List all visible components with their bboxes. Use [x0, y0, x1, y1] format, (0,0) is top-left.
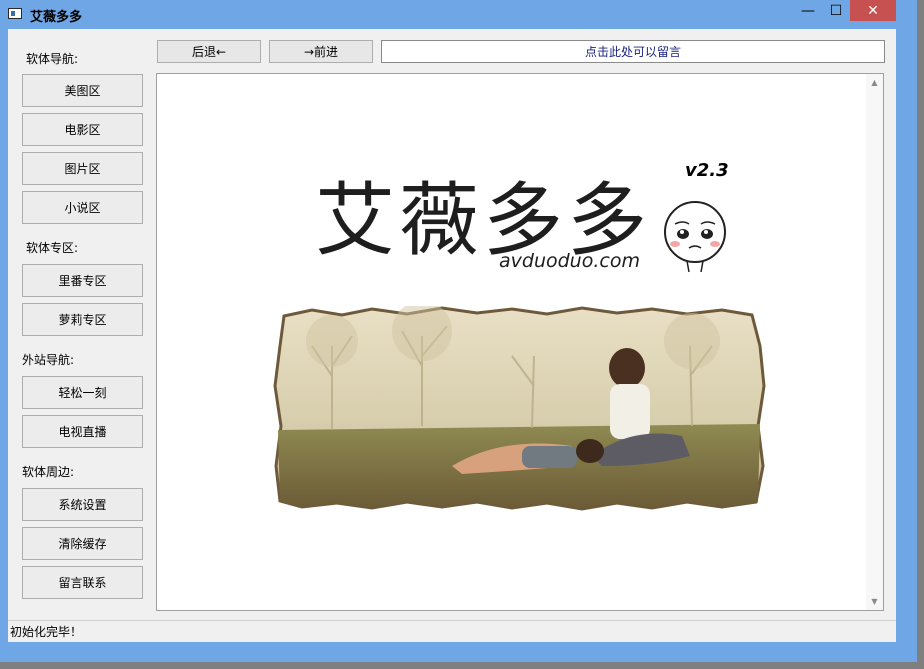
status-bar: 初始化完毕！ [8, 620, 896, 642]
back-button[interactable]: 后退← [157, 40, 261, 63]
nav-button-contact[interactable]: 留言联系 [22, 566, 143, 599]
nav-button-movies[interactable]: 电影区 [22, 113, 143, 146]
nav-button-clear-cache[interactable]: 清除缓存 [22, 527, 143, 560]
minimize-button[interactable]: — [794, 0, 822, 21]
nav-button-pictures[interactable]: 图片区 [22, 152, 143, 185]
close-button[interactable]: ✕ [850, 0, 896, 21]
banner-photo [273, 306, 766, 511]
section-heading-software-extras: 软体周边: [22, 465, 75, 479]
logo-version: v2.3 [685, 160, 729, 181]
scroll-up-icon[interactable]: ▲ [866, 74, 883, 91]
nav-button-gallery[interactable]: 美图区 [22, 74, 143, 107]
content-view[interactable]: 艾薇多多 v2.3 avduoduo.com ▲ ▼ [156, 73, 884, 611]
app-window: 艾薇多多 — ☐ ✕ 软体导航: 美图区 电影区 图片区 小说区 软体专区: 里… [0, 0, 917, 662]
section-heading-software-nav: 软体导航: [26, 52, 79, 66]
status-text: 初始化完毕！ [10, 625, 83, 639]
scroll-down-icon[interactable]: ▼ [866, 593, 883, 610]
title-bar[interactable]: 艾薇多多 — ☐ ✕ [0, 0, 917, 28]
window-title: 艾薇多多 [30, 10, 83, 25]
maximize-button[interactable]: ☐ [822, 0, 850, 21]
section-heading-software-special: 软体专区: [26, 241, 79, 255]
client-area: 软体导航: 美图区 电影区 图片区 小说区 软体专区: 里番专区 萝莉专区 外站… [8, 29, 896, 642]
nav-button-settings[interactable]: 系统设置 [22, 488, 143, 521]
nav-button-special-2[interactable]: 萝莉专区 [22, 303, 143, 336]
nav-button-novels[interactable]: 小说区 [22, 191, 143, 224]
nav-button-tv-live[interactable]: 电视直播 [22, 415, 143, 448]
forward-button[interactable]: →前进 [269, 40, 373, 63]
message-input-link[interactable]: 点击此处可以留言 [381, 40, 885, 63]
app-icon[interactable] [8, 8, 22, 19]
nav-button-relax[interactable]: 轻松一刻 [22, 376, 143, 409]
vertical-scrollbar[interactable]: ▲ ▼ [866, 74, 883, 610]
mascot-face-icon [664, 201, 726, 273]
section-heading-external-nav: 外站导航: [22, 353, 75, 367]
logo-domain: avduoduo.com [499, 250, 640, 272]
nav-button-special-1[interactable]: 里番专区 [22, 264, 143, 297]
